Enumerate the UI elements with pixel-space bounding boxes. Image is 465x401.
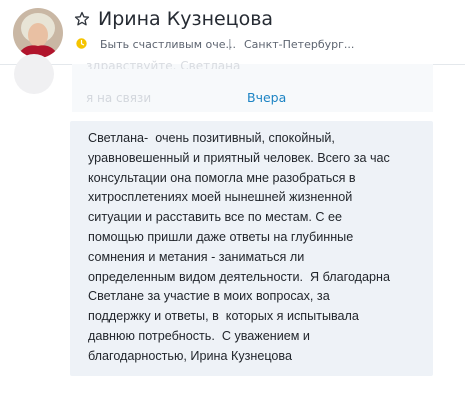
away-status-icon	[76, 38, 87, 49]
star-icon[interactable]	[74, 11, 90, 27]
status-separator: |	[228, 37, 232, 50]
contact-location: Санкт-Петербург...	[244, 38, 355, 51]
previous-message-line: я на связи	[86, 91, 152, 105]
contact-avatar[interactable]	[13, 8, 63, 58]
previous-message-avatar	[14, 54, 54, 94]
previous-message-line: здравствуйте. Светлана	[86, 59, 241, 69]
mood-message: Быть счастливым оче...	[100, 38, 236, 51]
message-text: Светлана- очень позитивный, спокойный, у…	[88, 131, 390, 363]
avatar-photo	[13, 8, 63, 58]
conversation-header: Ирина Кузнецова Быть счастливым оче... |…	[0, 0, 465, 65]
contact-name[interactable]: Ирина Кузнецова	[98, 8, 273, 30]
date-divider: Вчера	[247, 90, 287, 105]
